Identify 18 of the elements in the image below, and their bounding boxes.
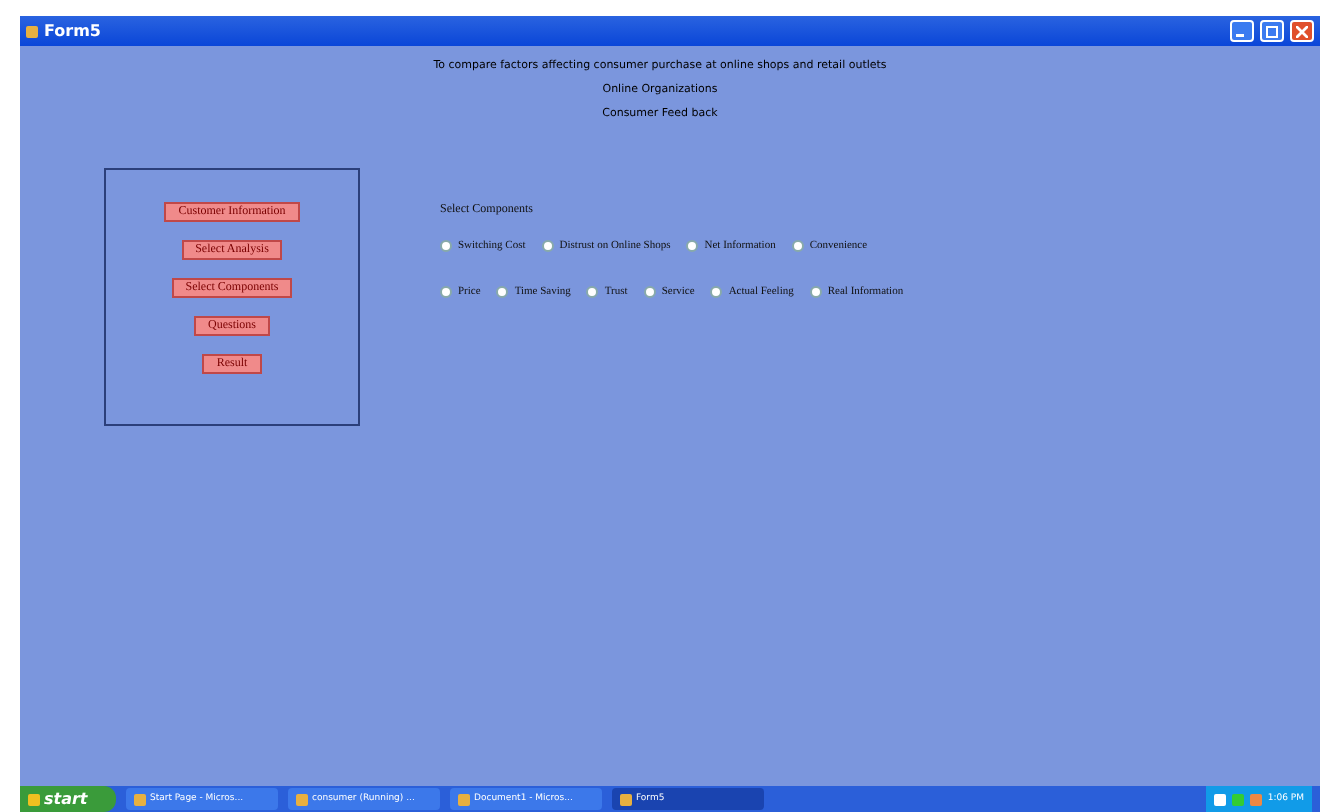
radio-icon[interactable] <box>440 286 452 298</box>
minimize-button[interactable] <box>1230 20 1254 42</box>
radio-icon[interactable] <box>586 286 599 298</box>
close-icon <box>1296 25 1308 37</box>
window-title: Form5 <box>44 22 103 40</box>
radio-icon[interactable] <box>496 286 509 298</box>
radio-icon[interactable] <box>686 240 699 252</box>
maximize-icon <box>1266 25 1278 37</box>
radio-icon[interactable] <box>791 240 804 252</box>
close-button[interactable] <box>1290 20 1314 42</box>
radio-icon[interactable] <box>710 286 723 298</box>
start-button[interactable]: start <box>20 786 116 812</box>
app-icon <box>26 25 38 37</box>
radio-icon[interactable] <box>643 286 656 298</box>
radio-icon[interactable] <box>809 286 822 298</box>
radio-icon[interactable] <box>440 240 452 252</box>
radio-icon[interactable] <box>541 240 554 252</box>
maximize-button[interactable] <box>1260 20 1284 42</box>
